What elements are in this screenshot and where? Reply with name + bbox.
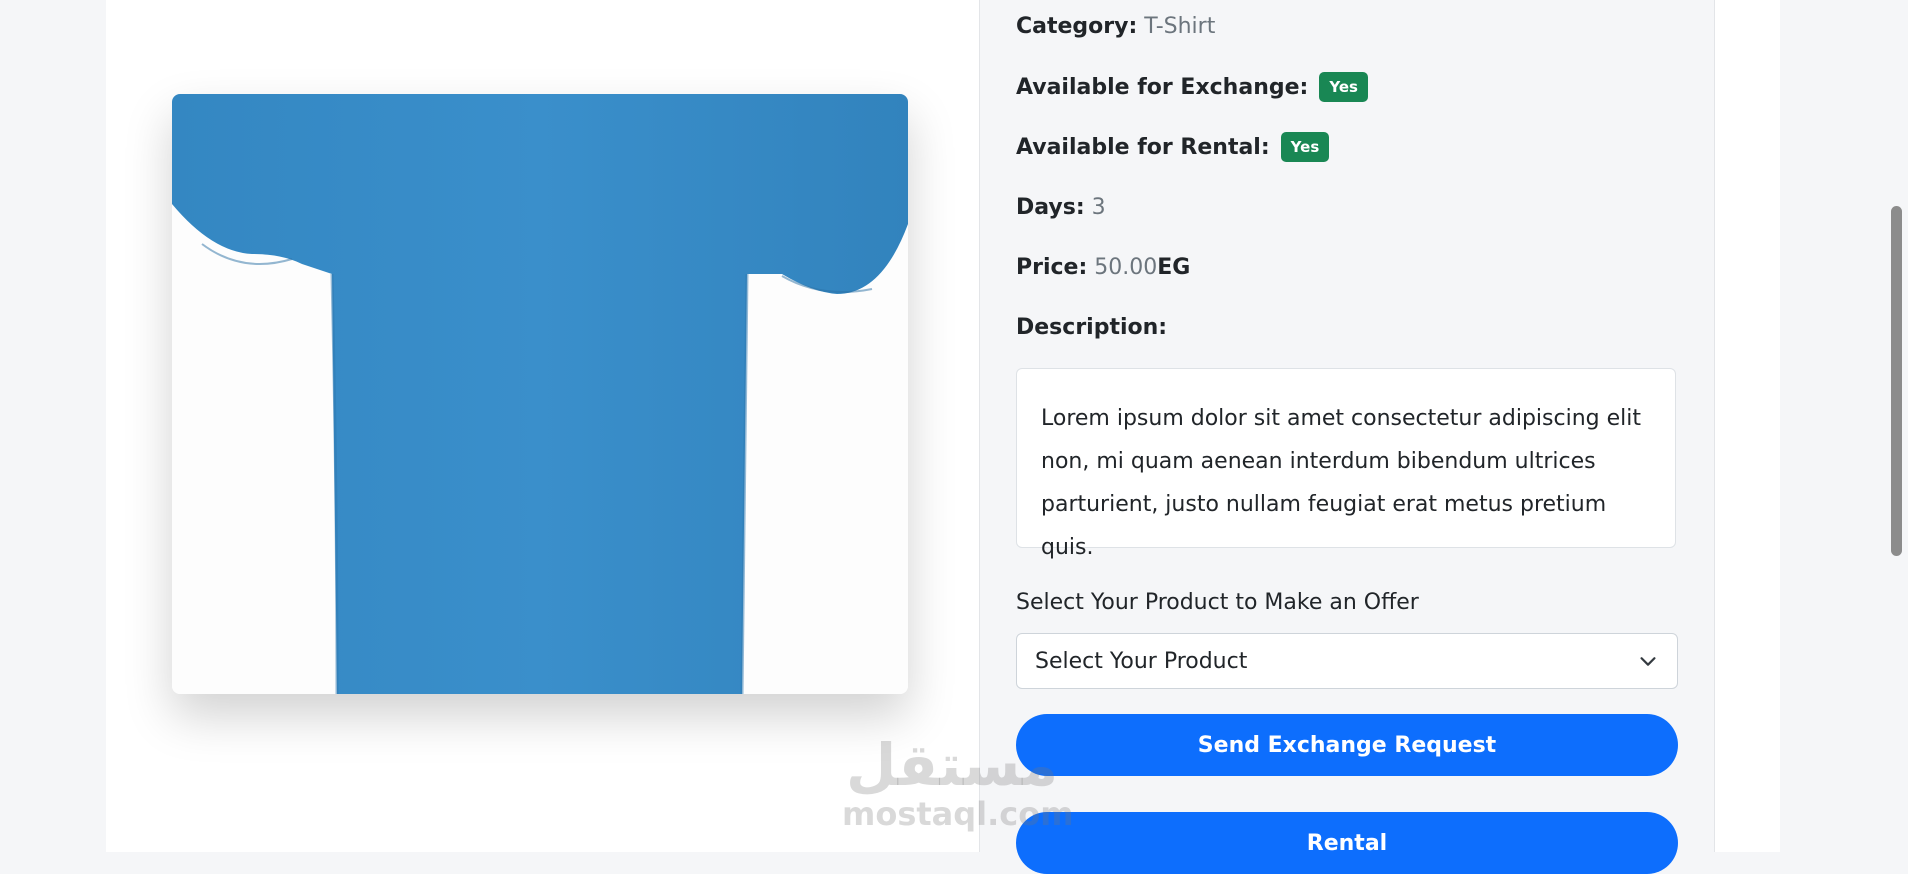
rental-status-badge: Yes <box>1280 132 1330 162</box>
description-box: Lorem ipsum dolor sit amet consectetur a… <box>1016 368 1676 560</box>
chevron-down-icon <box>1640 657 1656 666</box>
product-select-value: Select Your Product <box>1035 648 1248 674</box>
days-row: Days: 3 <box>1016 193 1106 223</box>
rental-label: Available for Rental: <box>1016 135 1270 160</box>
category-label: Category: <box>1016 14 1138 39</box>
scrollbar-thumb[interactable] <box>1891 206 1902 556</box>
exchange-availability-row: Available for Exchange: Yes <box>1016 72 1368 103</box>
send-exchange-request-button[interactable]: Send Exchange Request <box>1016 714 1678 776</box>
rental-availability-row: Available for Rental: Yes <box>1016 132 1330 163</box>
category-row: Category: T-Shirt <box>1016 12 1215 42</box>
product-select-dropdown[interactable]: Select Your Product <box>1016 633 1678 689</box>
tshirt-image <box>172 94 908 694</box>
page-container: Category: T-Shirt Available for Exchange… <box>106 0 1780 874</box>
exchange-status-badge: Yes <box>1319 72 1368 102</box>
exchange-label: Available for Exchange: <box>1016 75 1309 100</box>
image-column <box>106 0 980 852</box>
price-value: 50.00 <box>1094 255 1158 280</box>
days-label: Days: <box>1016 195 1085 220</box>
price-row: Price: 50.00EG <box>1016 253 1190 283</box>
rental-button[interactable]: Rental <box>1016 812 1678 874</box>
product-details-panel: Category: T-Shirt Available for Exchange… <box>979 0 1715 874</box>
description-row: Description: <box>1016 313 1167 343</box>
page-scrollbar[interactable] <box>1885 0 1908 852</box>
category-value: T-Shirt <box>1144 14 1216 39</box>
offer-select-label: Select Your Product to Make an Offer <box>1016 590 1419 615</box>
price-currency: EG <box>1157 255 1191 280</box>
description-label: Description: <box>1016 315 1168 340</box>
days-value: 3 <box>1091 195 1106 220</box>
product-image <box>172 94 908 694</box>
price-label: Price: <box>1016 255 1088 280</box>
